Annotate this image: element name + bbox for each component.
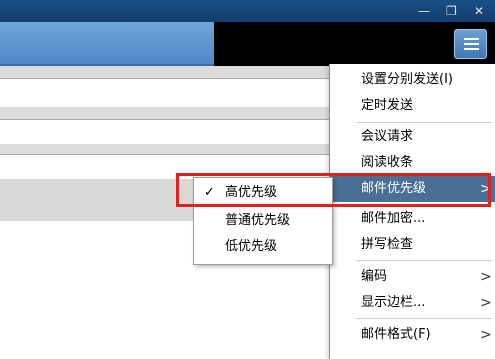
menu-item-label: 会议请求 <box>361 129 414 144</box>
header-divider <box>0 66 335 78</box>
to-field[interactable] <box>0 78 335 108</box>
menu-item-label: 显示边栏... <box>361 295 426 310</box>
menu-item-label: 定时发送 <box>361 98 414 113</box>
menu-item-encoding[interactable]: 编码 > <box>330 264 495 290</box>
chevron-right-icon: > <box>480 269 492 285</box>
submenu-item-low-priority[interactable]: 低优先级 <box>194 234 332 260</box>
menu-item-label: 设置分别发送(I) <box>361 72 453 87</box>
menu-item-separate-send[interactable]: 设置分别发送(I) <box>330 67 495 93</box>
restore-icon[interactable]: ❐ <box>446 3 457 19</box>
chevron-right-icon: > <box>480 295 492 311</box>
menu-item-mail-format[interactable]: 邮件格式(F) > <box>330 322 495 348</box>
highlight-annotation-box <box>176 173 491 207</box>
menu-separator <box>356 122 492 123</box>
toolbar-tab-area <box>0 22 214 66</box>
header-divider <box>0 144 335 154</box>
menu-separator <box>356 260 492 261</box>
close-icon[interactable]: ✕ <box>474 3 484 19</box>
minimize-icon[interactable]: — <box>418 3 430 19</box>
submenu-item-normal-priority[interactable]: 普通优先级 <box>194 208 332 234</box>
chevron-right-icon: > <box>480 327 492 343</box>
submenu-item-label: 普通优先级 <box>225 213 291 228</box>
menu-separator <box>356 318 492 319</box>
menu-item-encrypt[interactable]: 邮件加密... <box>330 206 495 232</box>
menu-item-label: 邮件加密... <box>361 211 426 226</box>
menu-item-scheduled-send[interactable]: 定时发送 <box>330 93 495 119</box>
more-options-button[interactable] <box>454 29 487 59</box>
menu-item-meeting-request[interactable]: 会议请求 <box>330 124 495 150</box>
menu-item-label: 编码 <box>361 269 388 284</box>
menu-item-label: 邮件格式(F) <box>361 327 431 342</box>
menu-item-show-sidebar[interactable]: 显示边栏... > <box>330 290 495 316</box>
options-menu: 设置分别发送(I) 定时发送 会议请求 阅读收条 邮件优先级 > 邮件加密...… <box>329 64 495 359</box>
submenu-item-label: 低优先级 <box>225 239 278 254</box>
cc-field[interactable] <box>0 119 335 145</box>
header-divider <box>0 107 335 119</box>
menu-item-label: 拼写检查 <box>361 237 414 252</box>
menu-item-spell-check[interactable]: 拼写检查 <box>330 232 495 258</box>
